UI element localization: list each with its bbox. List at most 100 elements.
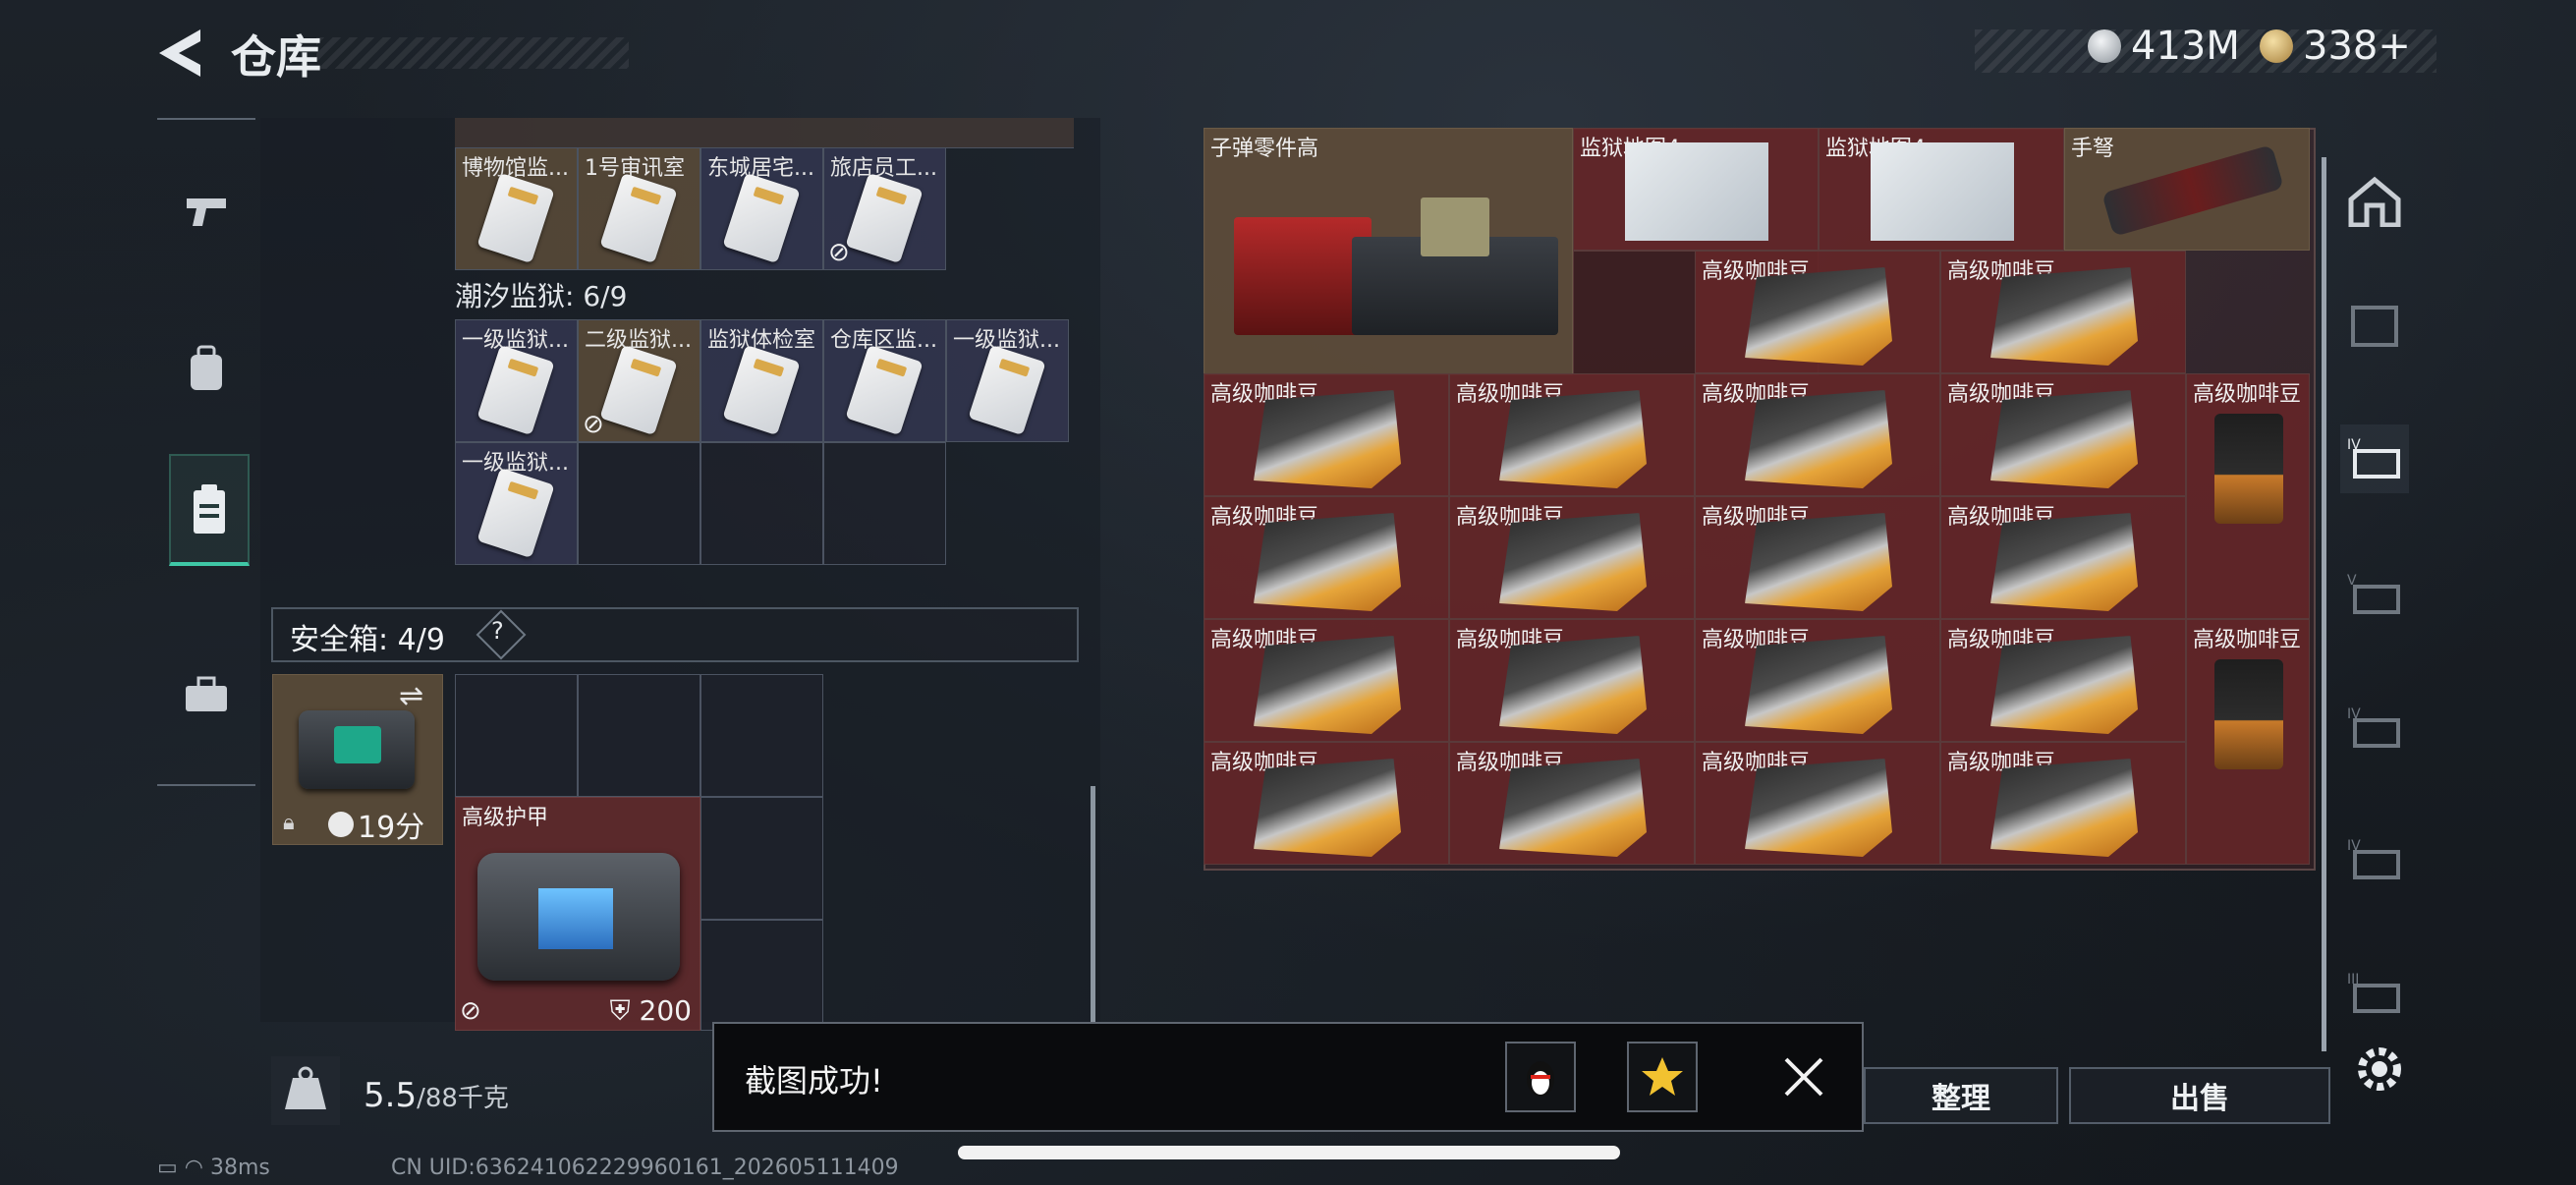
currency-gold[interactable]: 338+: [2260, 24, 2411, 69]
coffee-bean-item[interactable]: 高级咖啡豆: [1449, 496, 1695, 619]
empty-slot[interactable]: [455, 674, 578, 797]
coffee-bean-item[interactable]: 高级咖啡豆: [1204, 373, 1449, 496]
key-item-label: 监狱体检室: [707, 328, 816, 353]
coffee-bean-item[interactable]: 高级咖啡豆: [1940, 496, 2186, 619]
rail-item-backpack[interactable]: [167, 316, 246, 423]
key-item[interactable]: 博物馆监...: [455, 147, 578, 270]
safe-box-screen: [334, 726, 381, 763]
empty-slot[interactable]: [578, 674, 700, 797]
rail-item-storage[interactable]: [169, 454, 250, 566]
coffee-bean-item[interactable]: 高级咖啡豆: [1940, 251, 2186, 373]
weight-icon-box: [271, 1056, 340, 1125]
coffee-bean-item[interactable]: 高级咖啡豆: [1449, 373, 1695, 496]
coffee-bean-item[interactable]: 高级咖啡豆: [1204, 619, 1449, 742]
key-item[interactable]: 东城居宅...: [700, 147, 823, 270]
pistol-icon: [187, 198, 226, 226]
prison-section-title: 潮汐监狱: 6/9: [455, 280, 628, 312]
gear-icon[interactable]: [2350, 1040, 2409, 1099]
safe-box-container[interactable]: ⇌ 🔒︎ 19分: [272, 674, 443, 845]
empty-slot[interactable]: [700, 920, 823, 1031]
rail-storage-tab-IV-2[interactable]: IV: [2340, 694, 2409, 762]
coffee-bean-item[interactable]: 高级咖啡豆: [1695, 742, 1940, 865]
map-image: [1625, 142, 1768, 241]
safe-box-image: [299, 710, 415, 789]
coffee-bean-item[interactable]: 高级咖啡豆: [1940, 742, 2186, 865]
empty-slot[interactable]: [700, 674, 823, 797]
empty-slot[interactable]: [823, 442, 946, 565]
item-label: 高级咖啡豆: [2193, 628, 2302, 652]
coffee-bean-item[interactable]: 高级咖啡豆: [1204, 742, 1449, 865]
coffee-bean-item[interactable]: 高级咖啡豆: [1695, 373, 1940, 496]
armor-bag-image: [477, 853, 680, 981]
currency-silver-value: 413M: [2131, 24, 2240, 69]
key-item[interactable]: 二级监狱... ⊘: [578, 319, 700, 442]
star-icon: [1642, 1057, 1683, 1096]
coffee-bean-item[interactable]: 高级咖啡豆: [1940, 373, 2186, 496]
armor-item-label: 高级护甲: [462, 806, 549, 830]
currency-silver[interactable]: 413M: [2088, 24, 2240, 69]
coffee-bean-item[interactable]: 高级咖啡豆: [1449, 742, 1695, 865]
keycard-icon: [476, 344, 555, 436]
weight-kg-icon: [285, 1066, 326, 1109]
coffee-bean-item[interactable]: 高级咖啡豆: [1695, 496, 1940, 619]
wifi-icon: ◠: [184, 1156, 203, 1180]
armor-durability: ⛨ 200: [610, 994, 692, 1028]
back-arrow-icon[interactable]: [155, 28, 204, 79]
partial-row-above: [455, 118, 1074, 148]
rail-storage-tab-IV-active[interactable]: IV: [2340, 424, 2409, 493]
share-favorite-button[interactable]: [1627, 1042, 1698, 1112]
cardboard-box-image: [1421, 198, 1489, 256]
title-stripe-decoration: [316, 37, 629, 69]
crossbow-item[interactable]: 手弩: [2064, 128, 2310, 251]
safe-box-title: 安全箱: 4/9: [290, 623, 445, 657]
share-qq-button[interactable]: [1505, 1042, 1576, 1112]
coffee-pack-image: [1745, 636, 1892, 734]
left-scrollbar[interactable]: [1091, 786, 1095, 1022]
coffee-pack-image: [1745, 390, 1892, 488]
sort-button[interactable]: 整理: [1864, 1067, 2058, 1124]
key-item[interactable]: 仓库区监...: [823, 319, 946, 442]
empty-slot[interactable]: [700, 797, 823, 920]
key-item[interactable]: 一级监狱...: [455, 319, 578, 442]
armor-item[interactable]: 高级护甲 ⊘ ⛨ 200: [455, 797, 700, 1031]
coffee-bean-item[interactable]: 高级咖啡豆: [2186, 373, 2310, 619]
coffee-bean-item[interactable]: 高级咖啡豆: [1940, 619, 2186, 742]
crossbow-image: [2101, 144, 2284, 237]
key-item-label: 1号审讯室: [585, 156, 685, 181]
empty-slot[interactable]: [700, 442, 823, 565]
rail-storage-tab-IV-3[interactable]: IV: [2340, 825, 2409, 894]
prison-map-item[interactable]: 监狱地图4: [1819, 128, 2064, 251]
keycard-icon: [476, 467, 555, 559]
right-scrollbar[interactable]: [2322, 157, 2326, 1051]
coffee-bean-item[interactable]: 高级咖啡豆: [1695, 619, 1940, 742]
rail-storage-tab-III[interactable]: III: [2340, 959, 2409, 1028]
key-item[interactable]: 一级监狱...: [455, 442, 578, 565]
prison-map-item[interactable]: 监狱地图4: [1573, 128, 1819, 251]
home-indicator: [958, 1146, 1620, 1159]
no-link-icon: ⊘: [583, 410, 604, 439]
sell-button[interactable]: 出售: [2069, 1067, 2330, 1124]
key-item[interactable]: 一级监狱...: [946, 319, 1069, 442]
coffee-bean-item[interactable]: 高级咖啡豆: [2186, 619, 2310, 865]
rail-storage-tab-V[interactable]: V: [2340, 560, 2409, 629]
coffee-bean-item[interactable]: 高级咖啡豆: [1204, 496, 1449, 619]
rail-item-toolbox[interactable]: [167, 641, 246, 747]
rail-storage-tab-1[interactable]: [2340, 291, 2409, 360]
ammo-parts-item[interactable]: 子弹零件高: [1204, 128, 1573, 375]
keycard-icon: [722, 172, 801, 264]
close-icon[interactable]: [1782, 1055, 1825, 1099]
coffee-bean-item[interactable]: 高级咖啡豆: [1695, 251, 1940, 373]
empty-slot[interactable]: [578, 442, 700, 565]
swap-icon[interactable]: ⇌: [399, 679, 423, 713]
coffee-pack-image: [1990, 267, 2138, 366]
toast-message: 截图成功!: [745, 1062, 883, 1100]
keycard-icon: [599, 344, 678, 436]
coffee-pack-image: [1745, 513, 1892, 611]
coffee-bean-item[interactable]: 高级咖啡豆: [1449, 619, 1695, 742]
key-item[interactable]: 1号审讯室: [578, 147, 700, 270]
key-item[interactable]: 旅店员工... ⊘: [823, 147, 946, 270]
coffee-bag-image: [2214, 414, 2283, 524]
rail-item-weapons[interactable]: [167, 159, 246, 265]
key-item[interactable]: 监狱体检室: [700, 319, 823, 442]
rail-safehouse-icon[interactable]: [2340, 167, 2409, 236]
